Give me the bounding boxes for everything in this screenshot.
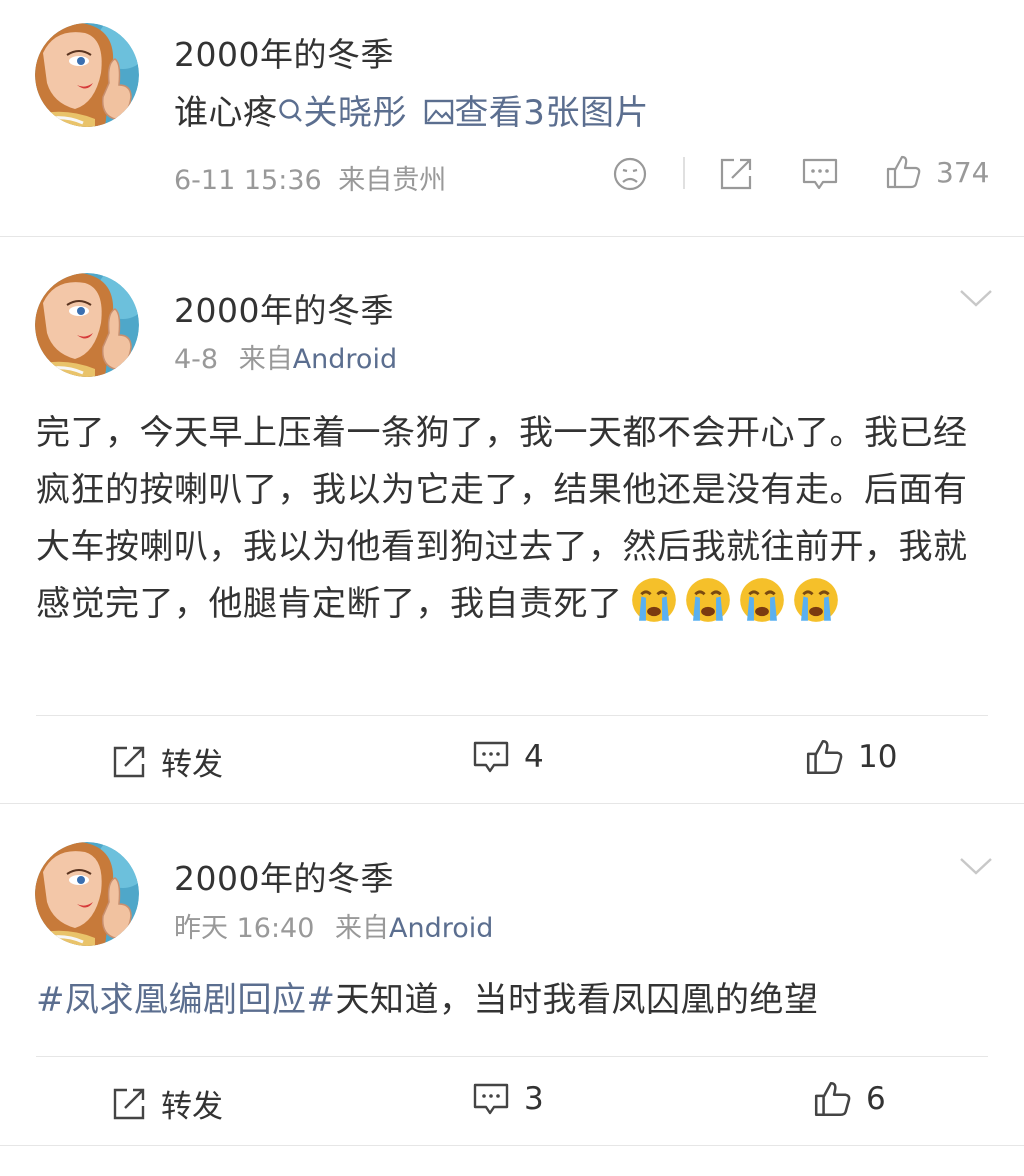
repost-label: 转发 xyxy=(161,747,223,783)
sad-face-icon[interactable] xyxy=(612,156,648,192)
action-bar-divider xyxy=(36,1056,988,1057)
comment-icon[interactable] xyxy=(801,156,839,192)
repost-icon xyxy=(113,1088,145,1119)
comment-source-prefix: 来自 xyxy=(335,913,389,944)
username[interactable]: 2000年的冬季 xyxy=(174,28,394,76)
comment-source[interactable]: Android xyxy=(293,344,397,375)
comment-source-prefix: 来自 xyxy=(238,344,293,375)
thumbs-up-icon xyxy=(814,1081,851,1117)
emoji-group xyxy=(630,577,839,623)
comment-button[interactable]: 4 xyxy=(472,739,544,775)
repost-icon xyxy=(113,746,145,777)
like-button[interactable]: 6 xyxy=(812,1079,886,1119)
comment-meta: 4-8 来自Android xyxy=(174,337,397,376)
crying-emoji-icon xyxy=(738,577,785,623)
username[interactable]: 2000年的冬季 xyxy=(174,852,394,900)
comment-timestamp: 昨天 16:40 xyxy=(174,913,315,944)
search-icon xyxy=(278,99,302,122)
chevron-down-icon[interactable] xyxy=(958,854,994,878)
avatar[interactable] xyxy=(35,23,139,127)
repost-label: 转发 xyxy=(161,1089,223,1125)
like-button[interactable]: 10 xyxy=(804,737,897,777)
share-icon[interactable] xyxy=(718,156,754,192)
view-images-link[interactable]: 查看3张图片 xyxy=(424,93,649,133)
comment-meta: 昨天 16:40 来自Android xyxy=(174,906,493,945)
action-divider xyxy=(683,157,685,189)
like-button[interactable]: 374 xyxy=(884,153,989,191)
post-source: 来自贵州 xyxy=(338,165,447,196)
action-bar-divider xyxy=(36,715,988,716)
hashtag-link[interactable]: #凤求凰编剧回应# xyxy=(36,980,335,1020)
thumbs-up-icon xyxy=(806,739,843,775)
comment-body-text: 天知道，当时我看凤囚凰的绝望 xyxy=(335,980,819,1020)
comment-timestamp: 4-8 xyxy=(174,344,219,375)
comment-count: 4 xyxy=(524,739,544,775)
avatar[interactable] xyxy=(35,842,139,946)
crying-emoji-icon xyxy=(792,577,839,623)
crying-emoji-icon xyxy=(684,577,731,623)
comment-body: 完了，今天早上压着一条狗了，我一天都不会开心了。我已经疯狂的按喇叭了，我以为它走… xyxy=(36,405,996,633)
repost-button[interactable]: 转发 xyxy=(111,1081,223,1126)
like-count: 6 xyxy=(866,1081,886,1117)
post-text: 谁心疼 关晓彤 查看3张图片 xyxy=(174,85,649,134)
comment-icon xyxy=(473,1083,509,1115)
like-count: 10 xyxy=(858,739,898,775)
comment-icon xyxy=(473,741,509,773)
thumbs-up-icon xyxy=(886,155,921,189)
post-text-prefix: 谁心疼 xyxy=(174,93,278,133)
comment-count: 3 xyxy=(524,1081,544,1117)
username[interactable]: 2000年的冬季 xyxy=(174,284,394,332)
post-meta: 6-11 15:36 来自贵州 xyxy=(174,158,446,197)
comment-body: #凤求凰编剧回应#天知道，当时我看凤囚凰的绝望 xyxy=(36,972,996,1029)
chevron-down-icon[interactable] xyxy=(958,286,994,310)
comment-source[interactable]: Android xyxy=(389,913,493,944)
like-count: 374 xyxy=(936,155,990,189)
avatar[interactable] xyxy=(35,273,139,377)
section-divider xyxy=(0,803,1024,804)
post-timestamp: 6-11 15:36 xyxy=(174,165,322,196)
image-icon xyxy=(425,99,454,125)
mention-link[interactable]: 关晓彤 xyxy=(278,93,408,133)
section-divider xyxy=(0,236,1024,237)
crying-emoji-icon xyxy=(630,577,677,623)
section-divider xyxy=(0,1145,1024,1146)
comment-button[interactable]: 3 xyxy=(472,1081,544,1117)
repost-button[interactable]: 转发 xyxy=(111,739,223,784)
